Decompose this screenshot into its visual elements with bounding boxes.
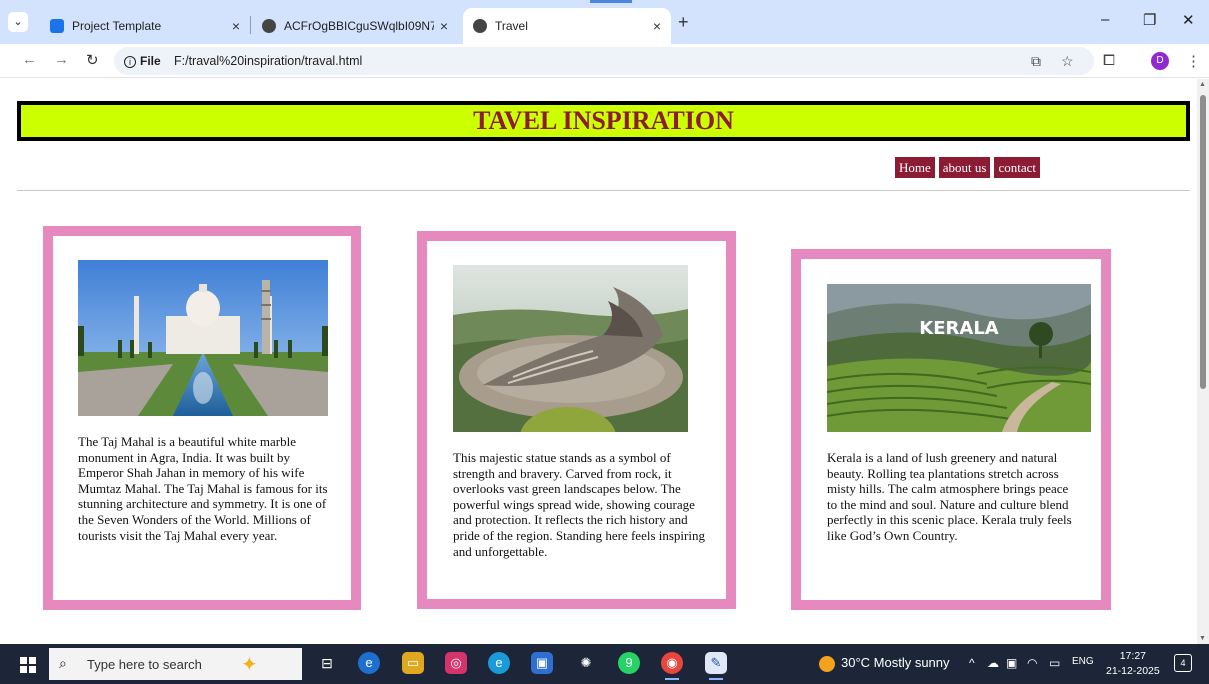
bookmark-star-icon[interactable]: ☆: [1061, 53, 1074, 70]
store-icon[interactable]: ▣: [531, 652, 553, 674]
notepad-icon[interactable]: ✎: [705, 652, 727, 680]
search-icon: ⌕: [59, 655, 67, 671]
tab-title: Project Template: [72, 19, 162, 33]
chatgpt-icon[interactable]: ✺: [575, 652, 597, 674]
scroll-up-arrow-icon[interactable]: ▲: [1199, 81, 1206, 88]
edge-icon[interactable]: e: [488, 652, 510, 674]
clock-date: 21-12-2025: [1106, 665, 1160, 677]
extensions-icon[interactable]: ⧠: [1103, 52, 1115, 69]
project-template-favicon-icon: [50, 19, 64, 33]
close-window-button[interactable]: ✕: [1182, 11, 1195, 29]
globe-favicon-icon: [262, 19, 276, 33]
close-tab-icon[interactable]: ×: [653, 18, 661, 34]
tab-travel[interactable]: Travel ×: [463, 8, 671, 44]
header-divider: [17, 190, 1190, 191]
tab-title: ACFrOgBBICguSWqlbI09N72oH: [284, 19, 434, 33]
tab-separator: [250, 16, 251, 34]
url-text: F:/traval%20inspiration/traval.html: [174, 54, 363, 68]
taskbar-search-box[interactable]: ⌕ Type here to search ✦: [49, 648, 302, 680]
minimize-button[interactable]: –: [1101, 11, 1109, 28]
taj-mahal-photo: [78, 260, 328, 416]
taj-mahal-description: The Taj Mahal is a beautiful white marbl…: [78, 434, 328, 543]
page-scrollbar[interactable]: ▲ ▼: [1197, 79, 1209, 644]
whatsapp-badge: 9: [625, 655, 633, 670]
tab-strip-accent: [590, 0, 632, 3]
nav-home-link[interactable]: Home: [895, 157, 935, 178]
destination-card-bird-statue: This majestic statue stands as a symbol …: [417, 231, 736, 609]
bird-statue-description: This majestic statue stands as a symbol …: [453, 450, 705, 559]
nav-about-us-link[interactable]: about us: [938, 157, 991, 178]
instagram-icon[interactable]: ◎: [445, 652, 467, 674]
scrollbar-thumb[interactable]: [1200, 95, 1206, 389]
notification-center-icon[interactable]: 4: [1174, 654, 1192, 672]
forward-button[interactable]: →: [54, 51, 69, 68]
windows-taskbar: ⌕ Type here to search ✦ ⊟ e ▭ ◎ e ▣ ✺ 9 …: [0, 644, 1209, 684]
site-info-chip[interactable]: i File: [124, 54, 161, 68]
wifi-icon[interactable]: ◠: [1027, 656, 1037, 670]
site-info-label: File: [140, 54, 161, 68]
kerala-photo-caption: KERALA: [919, 318, 999, 339]
onedrive-cloud-icon[interactable]: ☁: [987, 656, 999, 670]
destination-card-taj-mahal: The Taj Mahal is a beautiful white marbl…: [43, 226, 361, 610]
file-explorer-icon[interactable]: ▭: [402, 652, 424, 674]
weather-sun-icon: [819, 655, 835, 672]
restore-button[interactable]: ❐: [1143, 11, 1156, 29]
show-hidden-icons-chevron-icon[interactable]: ^: [969, 656, 975, 670]
profile-avatar[interactable]: D: [1151, 52, 1169, 70]
globe-favicon-icon: [473, 19, 487, 33]
site-nav: Home about us contact: [895, 157, 1041, 178]
nav-contact-link[interactable]: contact: [994, 157, 1041, 178]
kerala-tea-plantation-photo: KERALA: [827, 284, 1091, 432]
taskbar-clock[interactable]: 17:27 21-12-2025: [1106, 649, 1160, 679]
info-icon: i: [124, 56, 136, 68]
tab-project-template[interactable]: Project Template ×: [40, 8, 250, 44]
edge-browser-icon[interactable]: e: [358, 652, 380, 674]
start-button[interactable]: [20, 657, 36, 673]
task-view-icon[interactable]: ⊟: [316, 652, 338, 674]
close-tab-icon[interactable]: ×: [440, 18, 448, 34]
new-tab-button[interactable]: +: [678, 12, 689, 33]
page-title: TAVEL INSPIRATION: [473, 106, 734, 135]
kerala-description: Kerala is a land of lush greenery and na…: [827, 450, 1072, 543]
battery-icon[interactable]: ▭: [1049, 656, 1060, 670]
close-tab-icon[interactable]: ×: [232, 18, 240, 34]
browser-toolbar: ← → ↻ i File F:/traval%20inspiration/trav…: [0, 44, 1209, 78]
tab-search-button[interactable]: ⌄: [8, 12, 28, 32]
copilot-sparkle-icon: ✦: [241, 654, 258, 676]
menu-kebab-icon[interactable]: ⋮: [1186, 52, 1201, 70]
bird-statue-photo: [453, 265, 688, 432]
reload-button[interactable]: ↻: [86, 51, 99, 69]
browser-tab-strip: ⌄ Project Template × ACFrOgBBICguSWqlbI0…: [0, 0, 1209, 44]
address-bar[interactable]: i File F:/traval%20inspiration/traval.htm…: [114, 47, 1094, 75]
chrome-icon[interactable]: ◉: [661, 652, 683, 680]
weather-widget[interactable]: 30°C Mostly sunny: [819, 655, 950, 672]
clock-time: 17:27: [1119, 650, 1146, 662]
tab-title: Travel: [495, 19, 528, 33]
weather-text: 30°C Mostly sunny: [841, 655, 950, 670]
translate-icon[interactable]: ⧉: [1031, 53, 1041, 70]
whatsapp-icon[interactable]: 9: [618, 652, 640, 674]
scroll-down-arrow-icon[interactable]: ▼: [1199, 635, 1206, 642]
tab-acfr-document[interactable]: ACFrOgBBICguSWqlbI09N72oH ×: [252, 8, 458, 44]
site-banner: TAVEL INSPIRATION: [17, 101, 1190, 141]
destination-card-kerala: KERALA Kerala is a land of lush greenery…: [791, 249, 1111, 610]
search-placeholder: Type here to search: [87, 657, 202, 672]
language-indicator[interactable]: ENG: [1072, 656, 1094, 667]
windows-logo-icon: [20, 657, 27, 664]
tray-app-icon[interactable]: ▣: [1006, 656, 1017, 670]
page-viewport: TAVEL INSPIRATION Home about us contact: [0, 79, 1197, 644]
back-button[interactable]: ←: [22, 51, 37, 68]
notification-count: 4: [1180, 658, 1186, 668]
